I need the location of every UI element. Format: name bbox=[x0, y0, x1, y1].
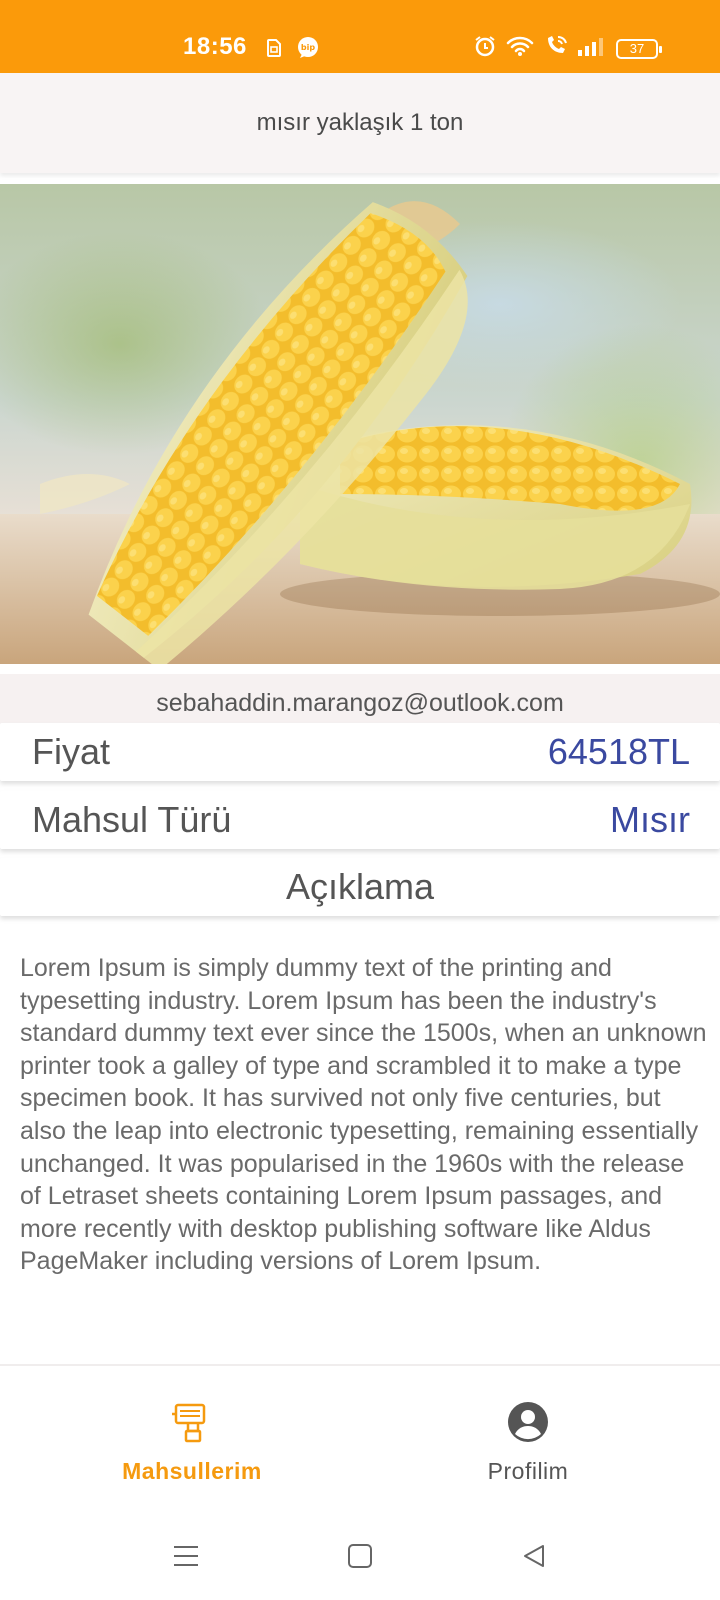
system-navigation bbox=[0, 1512, 720, 1600]
bip-icon: bip bbox=[296, 36, 320, 65]
page-title: mısır yaklaşık 1 ton bbox=[256, 109, 464, 136]
price-card: Fiyat 64518TL bbox=[0, 723, 720, 781]
svg-text:bip: bip bbox=[301, 43, 315, 52]
crop-type-value: Mısır bbox=[610, 799, 690, 840]
back-icon[interactable] bbox=[510, 1532, 558, 1580]
nav-mahsullerim[interactable]: Mahsullerim bbox=[82, 1398, 302, 1508]
bottom-navigation: Mahsullerim Profilim bbox=[0, 1398, 720, 1508]
nav-profilim[interactable]: Profilim bbox=[418, 1398, 638, 1508]
alarm-icon bbox=[474, 35, 496, 62]
description-heading-card: Açıklama bbox=[0, 858, 720, 916]
battery-icon: 37 bbox=[616, 38, 662, 59]
wifi-calling-icon bbox=[544, 35, 568, 62]
crop-type-label: Mahsul Türü bbox=[32, 799, 232, 840]
description-text: Lorem Ipsum is simply dummy text of the … bbox=[20, 954, 707, 1276]
product-image bbox=[0, 184, 720, 664]
status-bar: 18:56 bip 37 bbox=[0, 0, 720, 73]
nav-label: Profilim bbox=[487, 1458, 569, 1484]
menu-icon[interactable] bbox=[162, 1532, 210, 1580]
corn-illustration bbox=[0, 201, 720, 664]
crop-type-card: Mahsul Türü Mısır bbox=[0, 791, 720, 849]
app-bar: mısır yaklaşık 1 ton bbox=[0, 73, 720, 173]
wifi-icon bbox=[506, 35, 534, 62]
price-value: 64518TL bbox=[547, 731, 690, 772]
price-label: Fiyat bbox=[32, 731, 111, 772]
account-circle-icon bbox=[507, 1401, 549, 1448]
drill-icon bbox=[170, 1399, 214, 1448]
nav-label: Mahsullerim bbox=[122, 1458, 262, 1484]
signal-icon bbox=[578, 36, 606, 61]
divider bbox=[0, 1364, 720, 1366]
description-heading: Açıklama bbox=[285, 866, 435, 907]
sim-card-icon bbox=[266, 39, 282, 62]
status-time: 18:56 bbox=[183, 33, 247, 60]
home-icon[interactable] bbox=[336, 1532, 384, 1580]
seller-email: sebahaddin.marangoz@outlook.com bbox=[156, 688, 564, 717]
